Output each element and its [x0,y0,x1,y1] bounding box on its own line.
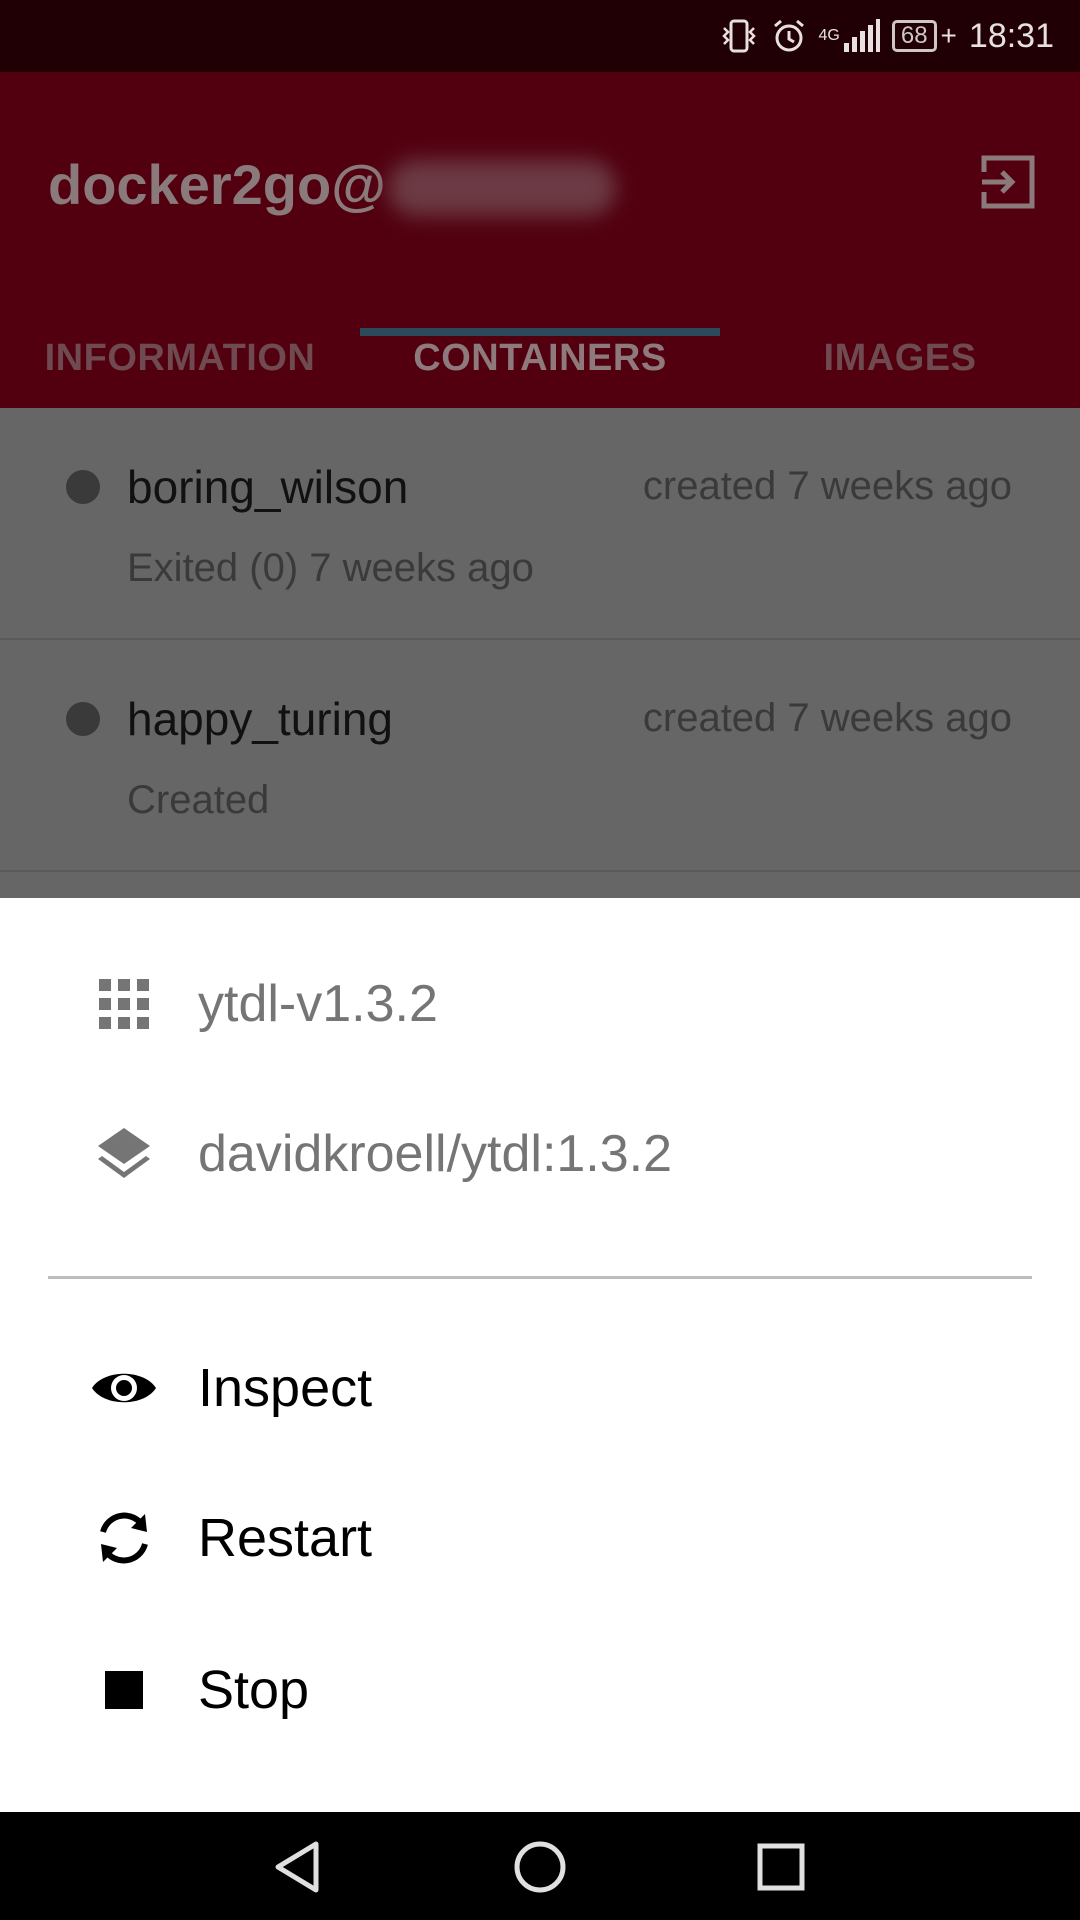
container-name: happy_turing [127,693,393,745]
image-info-row: davidkroell/ytdl:1.3.2 [0,1094,1080,1214]
home-icon[interactable] [505,1832,575,1902]
stop-icon [88,1654,160,1726]
container-name: boring_wilson [127,461,409,513]
container-name-label: ytdl-v1.3.2 [198,975,438,1033]
status-bar: 4G 68 + 18:31 [0,0,1080,72]
container-status: Created [127,778,270,822]
stop-label: Stop [198,1660,310,1720]
container-created: created 7 weeks ago [642,464,1012,508]
list-item[interactable]: happy_turing created 7 weeks ago Created [0,640,1080,872]
layers-icon [94,1124,154,1184]
apps-grid-icon [94,974,154,1034]
bottom-sheet: ytdl-v1.3.2 davidkroell/ytdl:1.3.2 Inspe… [0,898,1080,1812]
image-name-label: davidkroell/ytdl:1.3.2 [198,1125,673,1183]
status-time: 18:31 [968,16,1054,55]
restart-action[interactable]: Restart [0,1468,1080,1608]
tab-images[interactable]: IMAGES [720,308,1080,408]
app-bar: docker2go@ INFORMATION CONTAINERS IMAGES [0,72,1080,408]
container-created: created 7 weeks ago [642,696,1012,740]
eye-icon [88,1352,160,1424]
status-dot-icon [66,470,100,504]
network-type-label: 4G [818,27,840,44]
restart-label: Restart [198,1508,373,1568]
back-icon[interactable] [264,1832,334,1902]
redacted-host [388,160,616,216]
inspect-label: Inspect [198,1358,373,1418]
navigation-bar [0,1812,1080,1920]
page-title: docker2go@ [48,153,386,216]
tab-information[interactable]: INFORMATION [0,308,360,408]
container-list: boring_wilson created 7 weeks ago Exited… [0,408,1080,898]
container-status: Exited (0) 7 weeks ago [127,546,534,590]
container-info-row: ytdl-v1.3.2 [0,944,1080,1064]
stop-action[interactable]: Stop [0,1620,1080,1760]
tab-indicator [360,328,720,336]
alarm-icon [771,18,807,54]
tab-containers[interactable]: CONTAINERS [360,308,720,408]
divider [48,1276,1032,1279]
battery-icon: 68 + [891,20,957,52]
recents-icon[interactable] [746,1832,816,1902]
restart-icon [88,1502,160,1574]
inspect-action[interactable]: Inspect [0,1318,1080,1458]
vibrate-icon [719,18,759,54]
signal-icon: 4G [819,19,880,53]
status-dot-icon [66,702,100,736]
battery-level: 68 [891,20,937,52]
logout-icon[interactable] [978,152,1038,212]
list-item[interactable]: boring_wilson created 7 weeks ago Exited… [0,408,1080,640]
